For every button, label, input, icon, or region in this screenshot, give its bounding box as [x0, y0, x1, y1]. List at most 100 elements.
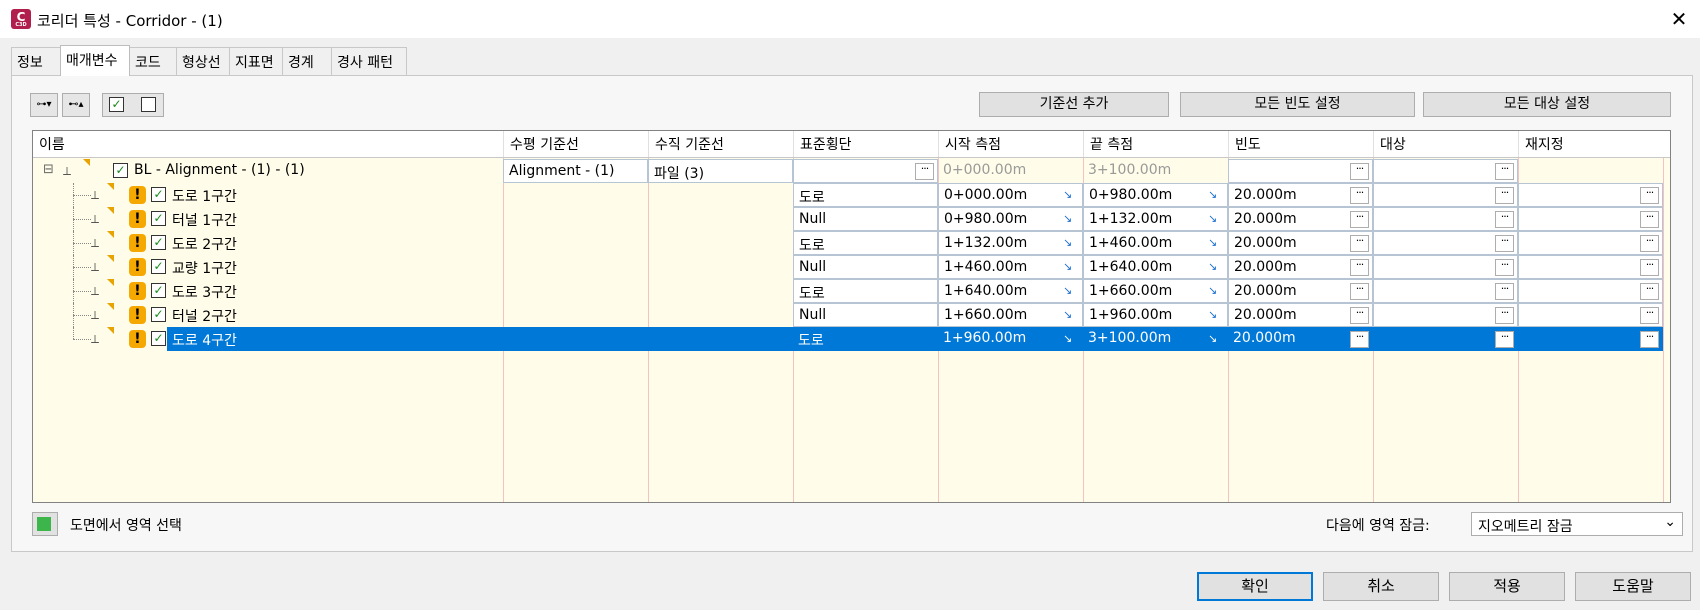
- region-row[interactable]: ⟂! ✓ 터널 2구간 Null 1+660.00m ↘ 1+960.00m ↘ 20.000m…: [33, 303, 1670, 327]
- baseline-checkbox[interactable]: ✓: [113, 163, 128, 178]
- uncheck-all-icon[interactable]: [141, 97, 156, 112]
- ellipsis-button[interactable]: ···: [1350, 235, 1369, 252]
- ellipsis-button[interactable]: ···: [1495, 331, 1514, 348]
- tab-info[interactable]: 정보: [11, 47, 61, 75]
- region-start-station[interactable]: 0+980.00m: [938, 207, 1083, 231]
- tab-feature-lines[interactable]: 형상선: [176, 47, 230, 75]
- ellipsis-button[interactable]: ···: [1640, 187, 1659, 204]
- select-region-in-drawing-button[interactable]: [32, 512, 58, 536]
- region-assembly[interactable]: 도로: [793, 279, 938, 303]
- region-start-station[interactable]: 0+000.00m: [938, 183, 1083, 207]
- pick-station-icon[interactable]: ↘: [1208, 284, 1217, 297]
- collapse-all-icon[interactable]: ⊷▴: [62, 93, 90, 117]
- tab-surfaces[interactable]: 지표면: [229, 47, 283, 75]
- region-end-station[interactable]: 1+132.00m: [1083, 207, 1228, 231]
- region-end-station[interactable]: 3+100.00m: [1083, 327, 1228, 351]
- region-name[interactable]: 도로 4구간: [167, 327, 503, 351]
- ellipsis-button[interactable]: ···: [1350, 307, 1369, 324]
- tab-boundaries[interactable]: 경계: [282, 47, 332, 75]
- baseline-row[interactable]: ⊟ ⟂ ✓ BL - Alignment - (1) - (1) Alignme…: [33, 159, 1670, 183]
- ellipsis-button[interactable]: ···: [1640, 259, 1659, 276]
- region-row[interactable]: ⟂! ✓ 도로 2구간 도로 1+132.00m ↘ 1+460.00m ↘ 20.000m ··…: [33, 231, 1670, 255]
- region-assembly[interactable]: 도로: [793, 231, 938, 255]
- region-end-station[interactable]: 1+660.00m: [1083, 279, 1228, 303]
- ellipsis-button[interactable]: ···: [1495, 211, 1514, 228]
- region-row[interactable]: ⟂! ✓ 도로 3구간 도로 1+640.00m ↘ 1+660.00m ↘ 20.000m ··…: [33, 279, 1670, 303]
- region-name[interactable]: 도로 1구간: [167, 183, 503, 207]
- pick-station-icon[interactable]: ↘: [1063, 188, 1072, 201]
- region-assembly[interactable]: 도로: [793, 327, 938, 351]
- col-header-horizontal-baseline[interactable]: 수평 기준선: [503, 131, 648, 157]
- ellipsis-button[interactable]: ···: [1495, 163, 1514, 180]
- region-checkbox[interactable]: ✓: [151, 187, 166, 202]
- add-baseline-button[interactable]: 기준선 추가: [979, 92, 1169, 117]
- baseline-vertical[interactable]: 파일 (3): [648, 159, 793, 183]
- ellipsis-button[interactable]: ···: [1350, 211, 1369, 228]
- apply-button[interactable]: 적용: [1449, 572, 1565, 601]
- region-name[interactable]: 도로 2구간: [167, 231, 503, 255]
- ok-button[interactable]: 확인: [1197, 572, 1313, 601]
- tab-slope-patterns[interactable]: 경사 패턴: [331, 47, 407, 75]
- pick-station-icon[interactable]: ↘: [1208, 188, 1217, 201]
- col-header-start-station[interactable]: 시작 측점: [938, 131, 1083, 157]
- region-row[interactable]: ⟂! ✓ 교량 1구간 Null 1+460.00m ↘ 1+640.00m ↘ 20.000m…: [33, 255, 1670, 279]
- ellipsis-button[interactable]: ···: [1640, 307, 1659, 324]
- region-row[interactable]: ⟂! ✓ 터널 1구간 Null 0+980.00m ↘ 1+132.00m ↘ 20.000m…: [33, 207, 1670, 231]
- col-header-name[interactable]: 이름: [33, 131, 503, 157]
- region-name[interactable]: 도로 3구간: [167, 279, 503, 303]
- region-name[interactable]: 터널 2구간: [167, 303, 503, 327]
- region-start-station[interactable]: 1+960.00m: [938, 327, 1083, 351]
- ellipsis-button[interactable]: ···: [1640, 235, 1659, 252]
- region-start-station[interactable]: 1+640.00m: [938, 279, 1083, 303]
- region-checkbox[interactable]: ✓: [151, 235, 166, 250]
- region-checkbox[interactable]: ✓: [151, 331, 166, 346]
- region-end-station[interactable]: 1+640.00m: [1083, 255, 1228, 279]
- pick-station-icon[interactable]: ↘: [1063, 332, 1072, 345]
- col-header-vertical-baseline[interactable]: 수직 기준선: [648, 131, 793, 157]
- pick-station-icon[interactable]: ↘: [1063, 236, 1072, 249]
- pick-station-icon[interactable]: ↘: [1063, 260, 1072, 273]
- col-header-assembly[interactable]: 표준횡단: [793, 131, 938, 157]
- region-row[interactable]: ⟂! ✓ 도로 1구간 도로 0+000.00m ↘ 0+980.00m ↘ 20.000m ··…: [33, 183, 1670, 207]
- collapse-toggle-icon[interactable]: ⊟: [43, 162, 54, 177]
- region-checkbox[interactable]: ✓: [151, 283, 166, 298]
- ellipsis-button[interactable]: ···: [1640, 211, 1659, 228]
- region-checkbox[interactable]: ✓: [151, 307, 166, 322]
- help-button[interactable]: 도움말: [1575, 572, 1691, 601]
- pick-station-icon[interactable]: ↘: [1063, 284, 1072, 297]
- region-name[interactable]: 교량 1구간: [167, 255, 503, 279]
- region-checkbox[interactable]: ✓: [151, 211, 166, 226]
- ellipsis-button[interactable]: ···: [1350, 187, 1369, 204]
- col-header-override[interactable]: 재지정: [1518, 131, 1670, 157]
- ellipsis-button[interactable]: ···: [1495, 259, 1514, 276]
- region-end-station[interactable]: 0+980.00m: [1083, 183, 1228, 207]
- check-all-icon[interactable]: ✓: [109, 97, 124, 112]
- set-all-targets-button[interactable]: 모든 대상 설정: [1423, 92, 1671, 117]
- ellipsis-button[interactable]: ···: [1640, 331, 1659, 348]
- pick-station-icon[interactable]: ↘: [1208, 308, 1217, 321]
- pick-station-icon[interactable]: ↘: [1063, 308, 1072, 321]
- col-header-target[interactable]: 대상: [1373, 131, 1518, 157]
- region-assembly[interactable]: 도로: [793, 183, 938, 207]
- region-start-station[interactable]: 1+132.00m: [938, 231, 1083, 255]
- pick-station-icon[interactable]: ↘: [1208, 332, 1217, 345]
- close-icon[interactable]: ✕: [1664, 4, 1694, 34]
- region-assembly[interactable]: Null: [793, 303, 938, 327]
- cancel-button[interactable]: 취소: [1323, 572, 1439, 601]
- lock-regions-select[interactable]: 지오메트리 잠금 ⌄: [1471, 512, 1683, 536]
- baseline-horizontal[interactable]: Alignment - (1): [503, 159, 648, 183]
- region-name[interactable]: 터널 1구간: [167, 207, 503, 231]
- region-assembly[interactable]: Null: [793, 255, 938, 279]
- region-end-station[interactable]: 1+960.00m: [1083, 303, 1228, 327]
- ellipsis-button[interactable]: ···: [1350, 283, 1369, 300]
- ellipsis-button[interactable]: ···: [1495, 187, 1514, 204]
- ellipsis-button[interactable]: ···: [1495, 235, 1514, 252]
- pick-station-icon[interactable]: ↘: [1063, 212, 1072, 225]
- ellipsis-button[interactable]: ···: [1350, 259, 1369, 276]
- region-start-station[interactable]: 1+460.00m: [938, 255, 1083, 279]
- region-start-station[interactable]: 1+660.00m: [938, 303, 1083, 327]
- ellipsis-button[interactable]: ···: [1495, 283, 1514, 300]
- pick-station-icon[interactable]: ↘: [1208, 260, 1217, 273]
- pick-station-icon[interactable]: ↘: [1208, 212, 1217, 225]
- ellipsis-button[interactable]: ···: [915, 163, 934, 180]
